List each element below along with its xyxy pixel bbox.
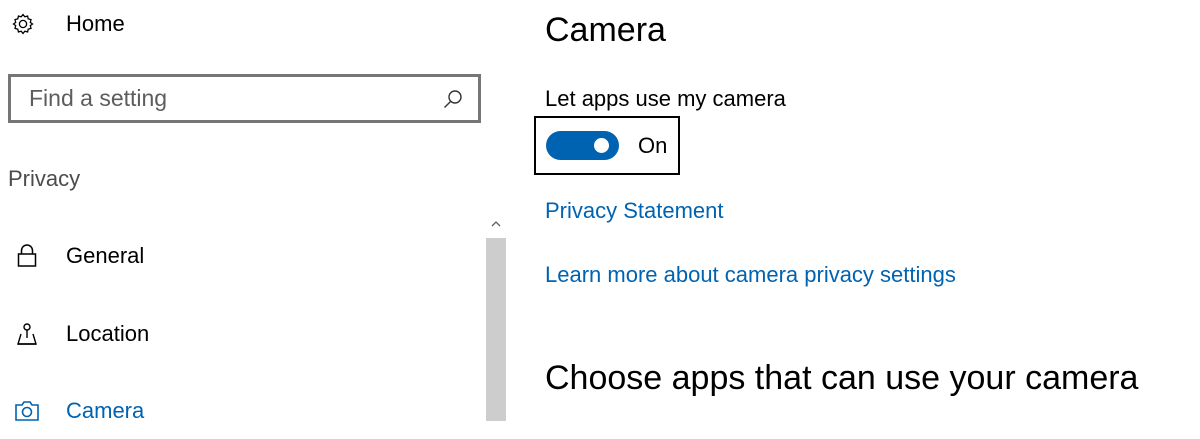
search-box[interactable] xyxy=(8,74,481,123)
search-input[interactable] xyxy=(11,77,440,120)
learn-more-link[interactable]: Learn more about camera privacy settings xyxy=(545,262,956,288)
section-label-privacy: Privacy xyxy=(8,166,81,191)
sidebar-item-general[interactable]: General xyxy=(0,228,480,284)
privacy-statement-link[interactable]: Privacy Statement xyxy=(545,198,724,224)
home-label: Home xyxy=(66,11,125,36)
camera-icon xyxy=(14,398,40,424)
chevron-up-icon[interactable] xyxy=(486,214,506,234)
sidebar-item-location[interactable]: Location xyxy=(0,306,480,362)
sidebar-item-label: General xyxy=(66,243,145,268)
toggle-track[interactable] xyxy=(546,131,619,160)
sidebar-item-label: Camera xyxy=(66,398,145,423)
toggle-state-label: On xyxy=(638,132,668,158)
camera-access-toggle[interactable]: On xyxy=(534,116,680,175)
lock-icon xyxy=(14,243,40,269)
page-title: Camera xyxy=(545,11,666,49)
location-pin-icon xyxy=(14,321,40,347)
camera-access-label: Let apps use my camera xyxy=(545,86,786,111)
scrollbar-thumb[interactable] xyxy=(486,238,506,421)
choose-apps-heading: Choose apps that can use your camera xyxy=(545,359,1139,397)
sidebar-item-camera[interactable]: Camera xyxy=(0,383,480,439)
search-icon[interactable] xyxy=(440,86,466,112)
toggle-knob xyxy=(594,138,609,153)
sidebar-item-label: Location xyxy=(66,321,150,346)
home-nav-item[interactable]: Home xyxy=(12,8,125,40)
sidebar-scrollbar[interactable] xyxy=(486,214,506,421)
gear-icon xyxy=(12,13,34,35)
